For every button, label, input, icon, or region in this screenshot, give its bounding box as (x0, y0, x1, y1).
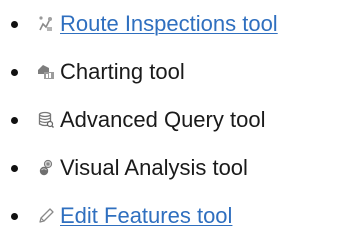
bullet (11, 117, 18, 124)
advanced-query-icon (37, 110, 55, 130)
list-item-edit-features: Edit Features tool (0, 192, 359, 240)
bullet (11, 213, 18, 220)
bullet (11, 69, 18, 76)
charting-label: Charting tool (60, 59, 185, 84)
route-inspections-link[interactable]: Route Inspections tool (60, 11, 278, 37)
advanced-query-label: Advanced Query tool (60, 107, 266, 132)
route-inspections-icon (37, 14, 55, 34)
bullet (11, 165, 18, 172)
visual-analysis-icon (37, 158, 55, 178)
visual-analysis-label: Visual Analysis tool (60, 155, 248, 180)
edit-features-icon (37, 206, 55, 226)
list-item-visual-analysis: Visual Analysis tool (0, 144, 359, 192)
charting-icon (37, 62, 55, 82)
bullet (11, 21, 18, 28)
tool-list: Route Inspections tool Charting tool Adv… (0, 0, 359, 240)
list-item-route-inspections: Route Inspections tool (0, 0, 359, 48)
list-item-charting: Charting tool (0, 48, 359, 96)
list-item-advanced-query: Advanced Query tool (0, 96, 359, 144)
edit-features-link[interactable]: Edit Features tool (60, 203, 232, 229)
